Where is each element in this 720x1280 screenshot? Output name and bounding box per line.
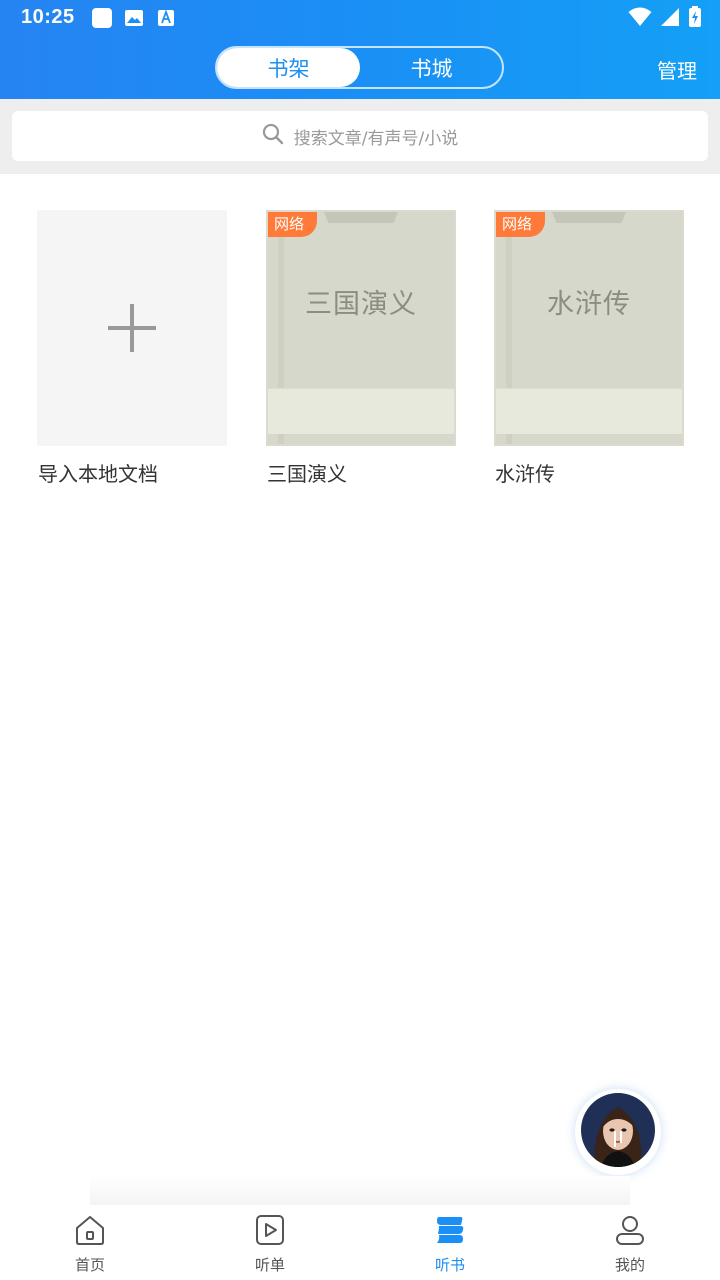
nav-label-home: 首页: [74, 1256, 105, 1274]
status-system-icons: [628, 6, 702, 32]
manage-button[interactable]: 管理: [657, 55, 697, 84]
status-notification-icons: [91, 7, 177, 29]
image-icon: [123, 7, 145, 29]
bottom-navigation: 首页 听单 听书 我的: [0, 1205, 720, 1280]
book-cover[interactable]: 水浒传 网络: [494, 210, 684, 446]
app-header: 10:25 书架 书城 管理: [0, 0, 720, 99]
font-a-icon: [155, 7, 177, 29]
nav-home[interactable]: 首页: [0, 1205, 180, 1280]
book-cover[interactable]: 三国演义 网络: [266, 210, 456, 446]
play-list-icon: [256, 1215, 284, 1245]
user-icon: [616, 1216, 644, 1245]
search-icon: [262, 123, 284, 149]
book-cover-title: 三国演义: [305, 289, 417, 320]
book-title: 水浒传: [495, 462, 555, 486]
import-cover[interactable]: [37, 210, 227, 446]
source-badge: 网络: [496, 212, 546, 237]
tab-bookstore[interactable]: 书城: [360, 48, 503, 87]
app-square-icon: [91, 7, 113, 29]
search-bar-area: 搜索文章/有声号/小说: [0, 99, 720, 174]
source-badge: 网络: [268, 212, 318, 237]
floating-player-button[interactable]: [575, 1089, 661, 1175]
search-placeholder: 搜索文章/有声号/小说: [293, 128, 459, 149]
nav-label-playlist: 听单: [254, 1256, 285, 1274]
book-title: 三国演义: [267, 462, 347, 486]
tab-bookshelf[interactable]: 书架: [217, 48, 360, 87]
nav-label-listen-book: 听书: [434, 1256, 465, 1274]
wifi-icon: [628, 7, 652, 31]
home-icon: [76, 1216, 104, 1245]
nav-listen-book[interactable]: 听书: [360, 1205, 540, 1280]
signal-icon: [660, 7, 680, 31]
nav-label-mine: 我的: [614, 1256, 645, 1274]
book-cover-title: 水浒传: [547, 289, 631, 320]
avatar-icon: [581, 1093, 655, 1171]
status-time: 10:25: [21, 6, 75, 28]
search-input[interactable]: 搜索文章/有声号/小说: [12, 111, 708, 161]
listen-book-icon: [437, 1217, 464, 1243]
import-label: 导入本地文档: [38, 462, 158, 486]
nav-playlist[interactable]: 听单: [180, 1205, 360, 1280]
battery-icon: [688, 6, 702, 32]
shelf-store-segment: 书架 书城: [215, 46, 504, 89]
bottom-nav-shadow: [90, 1176, 630, 1206]
status-bar: 10:25: [0, 0, 720, 38]
nav-mine[interactable]: 我的: [540, 1205, 720, 1280]
